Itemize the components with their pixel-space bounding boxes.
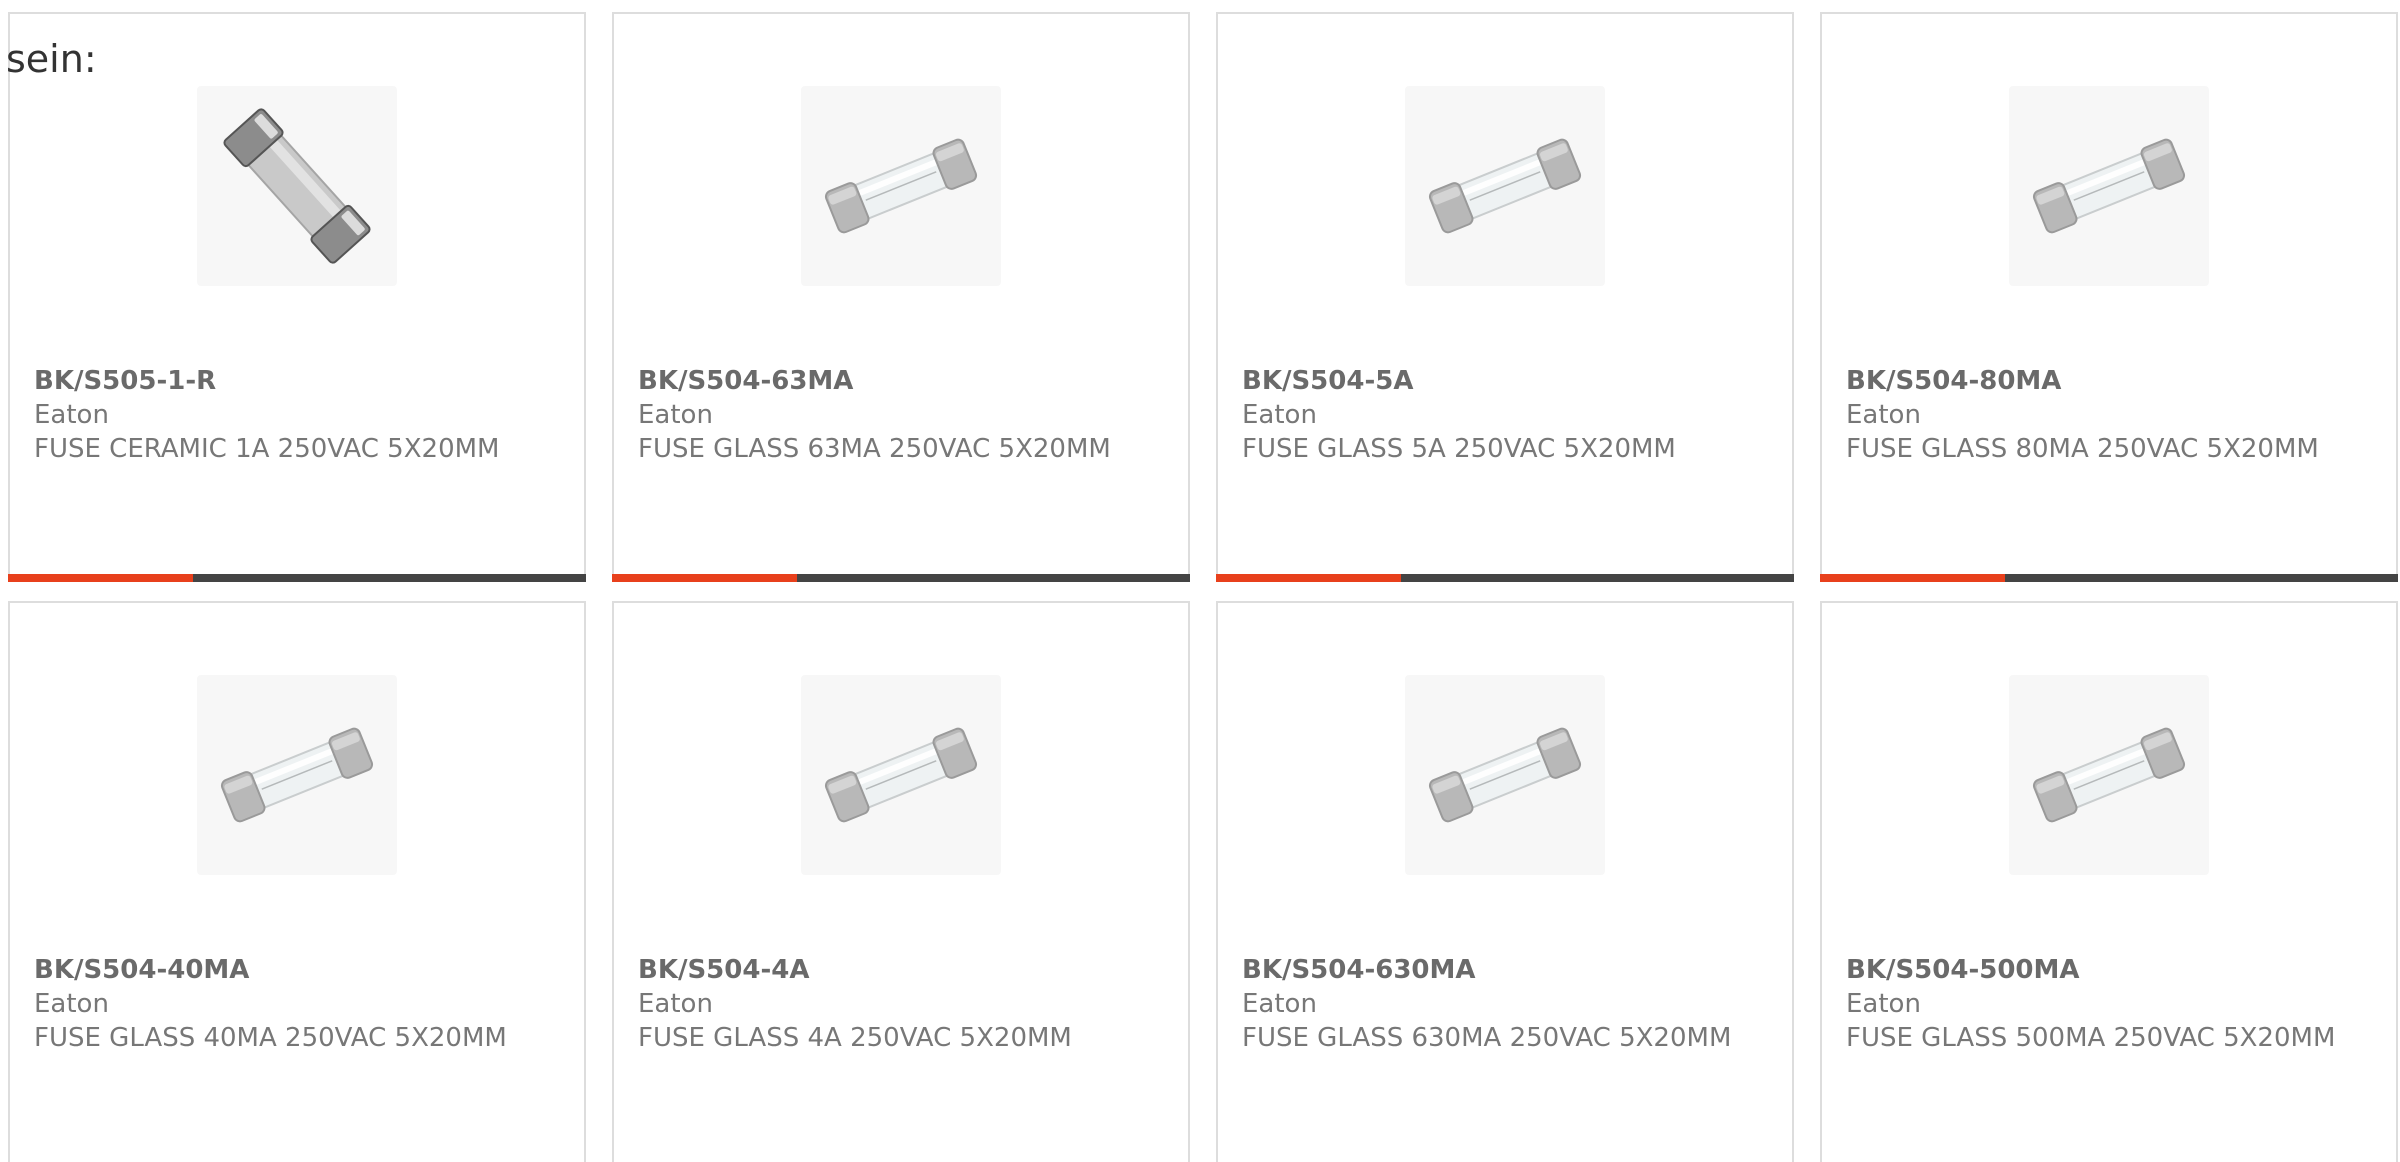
- part-number[interactable]: BK/S504-500MA: [1846, 953, 2372, 987]
- manufacturer: Eaton: [1846, 400, 1921, 430]
- part-number[interactable]: BK/S504-63MA: [638, 364, 1164, 398]
- card-status-bar: [1820, 574, 2398, 582]
- lead-text: sein:: [6, 37, 97, 81]
- part-number[interactable]: BK/S504-5A: [1242, 364, 1768, 398]
- product-description: FUSE GLASS 40MA 250VAC 5X20MM: [34, 1023, 507, 1053]
- product-grid-page: sein: BK/S505-1-R Eaton FUSE CERAMIC 1A …: [0, 0, 2400, 1162]
- glass-fuse-icon: [197, 675, 397, 875]
- card-status-bar-accent: [1820, 574, 2005, 582]
- manufacturer: Eaton: [1242, 400, 1317, 430]
- manufacturer: Eaton: [1242, 989, 1317, 1019]
- product-card[interactable]: BK/S504-630MA Eaton FUSE GLASS 630MA 250…: [1216, 601, 1794, 1162]
- card-status-bar-accent: [1216, 574, 1401, 582]
- card-status-bar-accent: [8, 574, 193, 582]
- part-number[interactable]: BK/S504-40MA: [34, 953, 560, 987]
- product-card[interactable]: BK/S504-500MA Eaton FUSE GLASS 500MA 250…: [1820, 601, 2398, 1162]
- product-description: FUSE GLASS 4A 250VAC 5X20MM: [638, 1023, 1072, 1053]
- product-description: FUSE GLASS 500MA 250VAC 5X20MM: [1846, 1023, 2336, 1053]
- part-number[interactable]: BK/S504-80MA: [1846, 364, 2372, 398]
- manufacturer: Eaton: [638, 989, 713, 1019]
- card-status-bar: [1216, 574, 1794, 582]
- glass-fuse-icon: [2009, 86, 2209, 286]
- manufacturer: Eaton: [34, 400, 109, 430]
- part-number[interactable]: BK/S504-630MA: [1242, 953, 1768, 987]
- product-card[interactable]: BK/S504-63MA Eaton FUSE GLASS 63MA 250VA…: [612, 12, 1190, 582]
- manufacturer: Eaton: [34, 989, 109, 1019]
- product-description: FUSE CERAMIC 1A 250VAC 5X20MM: [34, 434, 500, 464]
- ceramic-fuse-icon: [197, 86, 397, 286]
- card-status-bar: [8, 574, 586, 582]
- glass-fuse-icon: [801, 675, 1001, 875]
- product-card[interactable]: BK/S505-1-R Eaton FUSE CERAMIC 1A 250VAC…: [8, 12, 586, 582]
- product-description: FUSE GLASS 5A 250VAC 5X20MM: [1242, 434, 1676, 464]
- product-card[interactable]: BK/S504-5A Eaton FUSE GLASS 5A 250VAC 5X…: [1216, 12, 1794, 582]
- card-status-bar-accent: [612, 574, 797, 582]
- product-card[interactable]: BK/S504-4A Eaton FUSE GLASS 4A 250VAC 5X…: [612, 601, 1190, 1162]
- glass-fuse-icon: [801, 86, 1001, 286]
- product-card[interactable]: BK/S504-80MA Eaton FUSE GLASS 80MA 250VA…: [1820, 12, 2398, 582]
- part-number[interactable]: BK/S504-4A: [638, 953, 1164, 987]
- product-description: FUSE GLASS 80MA 250VAC 5X20MM: [1846, 434, 2319, 464]
- card-status-bar: [612, 574, 1190, 582]
- part-number[interactable]: BK/S505-1-R: [34, 364, 560, 398]
- product-description: FUSE GLASS 630MA 250VAC 5X20MM: [1242, 1023, 1732, 1053]
- manufacturer: Eaton: [638, 400, 713, 430]
- glass-fuse-icon: [1405, 675, 1605, 875]
- product-card[interactable]: BK/S504-40MA Eaton FUSE GLASS 40MA 250VA…: [8, 601, 586, 1162]
- manufacturer: Eaton: [1846, 989, 1921, 1019]
- glass-fuse-icon: [1405, 86, 1605, 286]
- glass-fuse-icon: [2009, 675, 2209, 875]
- product-description: FUSE GLASS 63MA 250VAC 5X20MM: [638, 434, 1111, 464]
